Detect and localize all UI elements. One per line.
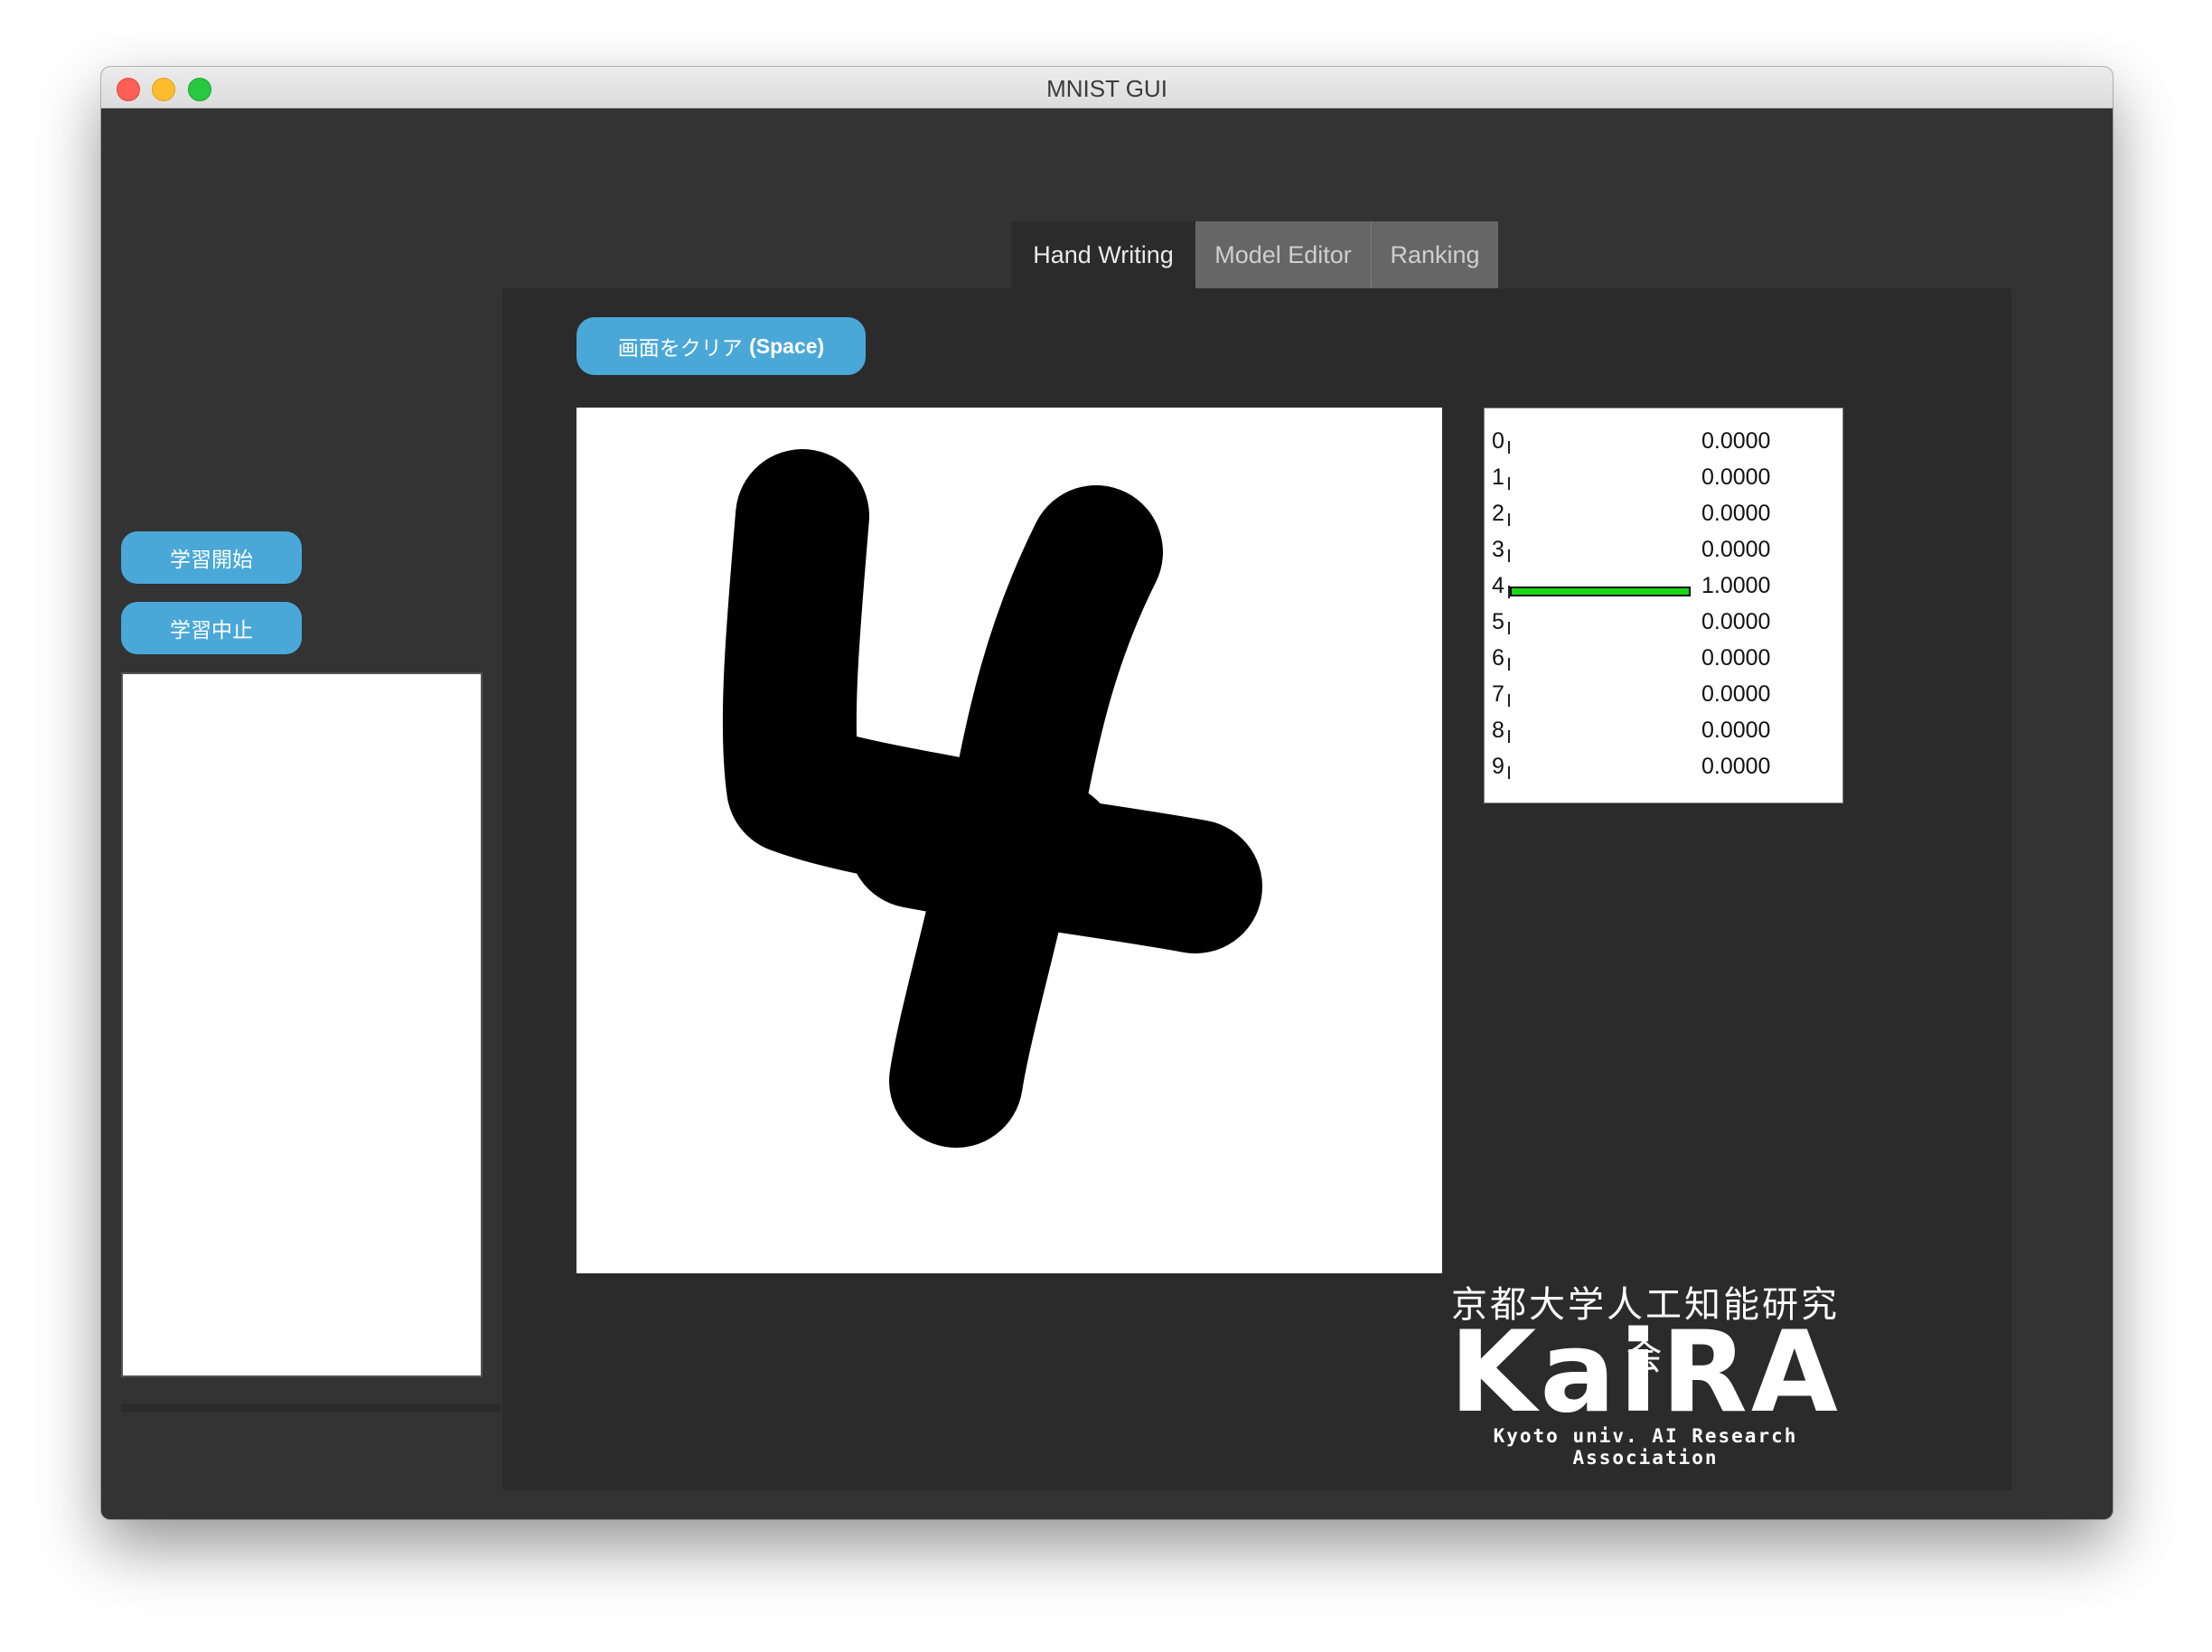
prediction-value: 0.0000 bbox=[1701, 754, 1771, 779]
prediction-digit: 5 bbox=[1492, 609, 1504, 634]
prediction-value: 0.0000 bbox=[1701, 428, 1771, 454]
tab-model-editor[interactable]: Model Editor bbox=[1195, 221, 1372, 288]
prediction-bar-origin bbox=[1508, 730, 1510, 743]
training-log-area[interactable] bbox=[121, 672, 483, 1377]
clear-canvas-button[interactable]: 画面をクリア (Space) bbox=[576, 317, 866, 375]
prediction-bar-origin bbox=[1508, 549, 1510, 562]
prediction-digit: 3 bbox=[1492, 537, 1504, 562]
prediction-row: 5 0.0000 bbox=[1485, 609, 1842, 645]
kaira-logo: 京都大学人工知能研究会 KaiRA Kyoto univ. AI Researc… bbox=[1433, 1275, 1858, 1469]
prediction-panel: 0 0.0000 1 0.0000 2 0.0000 3 0.0000 4 1.0000 5 0.00… bbox=[1484, 408, 1843, 803]
hand-writing-panel: 画面をクリア (Space) 0 0.0000 1 0.0000 2 0.0000 3 0.0… bbox=[502, 288, 2011, 1490]
handwritten-digit-drawing bbox=[722, 449, 1262, 1148]
prediction-row: 4 1.0000 bbox=[1485, 573, 1842, 609]
prediction-bar-origin bbox=[1508, 622, 1510, 634]
prediction-row: 7 0.0000 bbox=[1485, 681, 1842, 718]
prediction-value: 0.0000 bbox=[1701, 465, 1771, 490]
prediction-digit: 4 bbox=[1492, 573, 1504, 598]
prediction-value: 0.0000 bbox=[1701, 718, 1771, 743]
tab-hand-writing[interactable]: Hand Writing bbox=[1011, 221, 1195, 288]
prediction-bar-origin bbox=[1508, 766, 1510, 779]
prediction-row: 3 0.0000 bbox=[1485, 537, 1842, 573]
app-window: MNIST GUI 学習開始 学習中止 Hand Writing Model E… bbox=[101, 67, 2113, 1519]
prediction-digit: 9 bbox=[1492, 754, 1504, 779]
prediction-row: 8 0.0000 bbox=[1485, 718, 1842, 754]
logo-wordmark: KaiRA bbox=[1449, 1308, 1842, 1438]
prediction-row: 0 0.0000 bbox=[1485, 428, 1842, 465]
prediction-digit: 7 bbox=[1492, 681, 1504, 707]
prediction-value: 0.0000 bbox=[1701, 537, 1771, 562]
prediction-digit: 8 bbox=[1492, 718, 1504, 743]
clear-button-label: 画面をクリア bbox=[617, 337, 743, 361]
prediction-row: 6 0.0000 bbox=[1485, 645, 1842, 681]
app-content: 学習開始 学習中止 Hand Writing Model Editor Rank… bbox=[101, 108, 2113, 1519]
prediction-bar-origin bbox=[1508, 441, 1510, 454]
start-training-button[interactable]: 学習開始 bbox=[121, 531, 302, 584]
logo-subtitle: Kyoto univ. AI Research Association bbox=[1493, 1425, 1798, 1469]
title-bar: MNIST GUI bbox=[101, 67, 2113, 108]
prediction-value: 0.0000 bbox=[1701, 681, 1771, 707]
prediction-value: 0.0000 bbox=[1701, 609, 1771, 634]
prediction-digit: 6 bbox=[1492, 645, 1504, 671]
prediction-value: 0.0000 bbox=[1701, 501, 1771, 526]
prediction-bar-origin bbox=[1508, 477, 1510, 490]
prediction-bar-origin bbox=[1508, 658, 1510, 671]
tab-ranking[interactable]: Ranking bbox=[1372, 221, 1498, 288]
drawing-canvas[interactable] bbox=[576, 408, 1442, 1273]
clear-button-shortcut: (Space) bbox=[749, 333, 825, 358]
window-title: MNIST GUI bbox=[1046, 75, 1167, 102]
horizontal-scrollbar[interactable] bbox=[121, 1403, 501, 1413]
prediction-value: 1.0000 bbox=[1701, 573, 1771, 598]
stop-training-button[interactable]: 学習中止 bbox=[121, 602, 302, 654]
prediction-bar-origin bbox=[1508, 694, 1510, 707]
prediction-value: 0.0000 bbox=[1701, 645, 1771, 671]
prediction-row: 1 0.0000 bbox=[1485, 465, 1842, 501]
prediction-digit: 1 bbox=[1492, 465, 1504, 490]
prediction-digit: 2 bbox=[1492, 501, 1504, 526]
prediction-row: 2 0.0000 bbox=[1485, 501, 1842, 537]
prediction-digit: 0 bbox=[1492, 428, 1504, 454]
prediction-bar-origin bbox=[1508, 513, 1510, 526]
prediction-bar bbox=[1510, 587, 1691, 596]
prediction-row: 9 0.0000 bbox=[1485, 754, 1842, 790]
